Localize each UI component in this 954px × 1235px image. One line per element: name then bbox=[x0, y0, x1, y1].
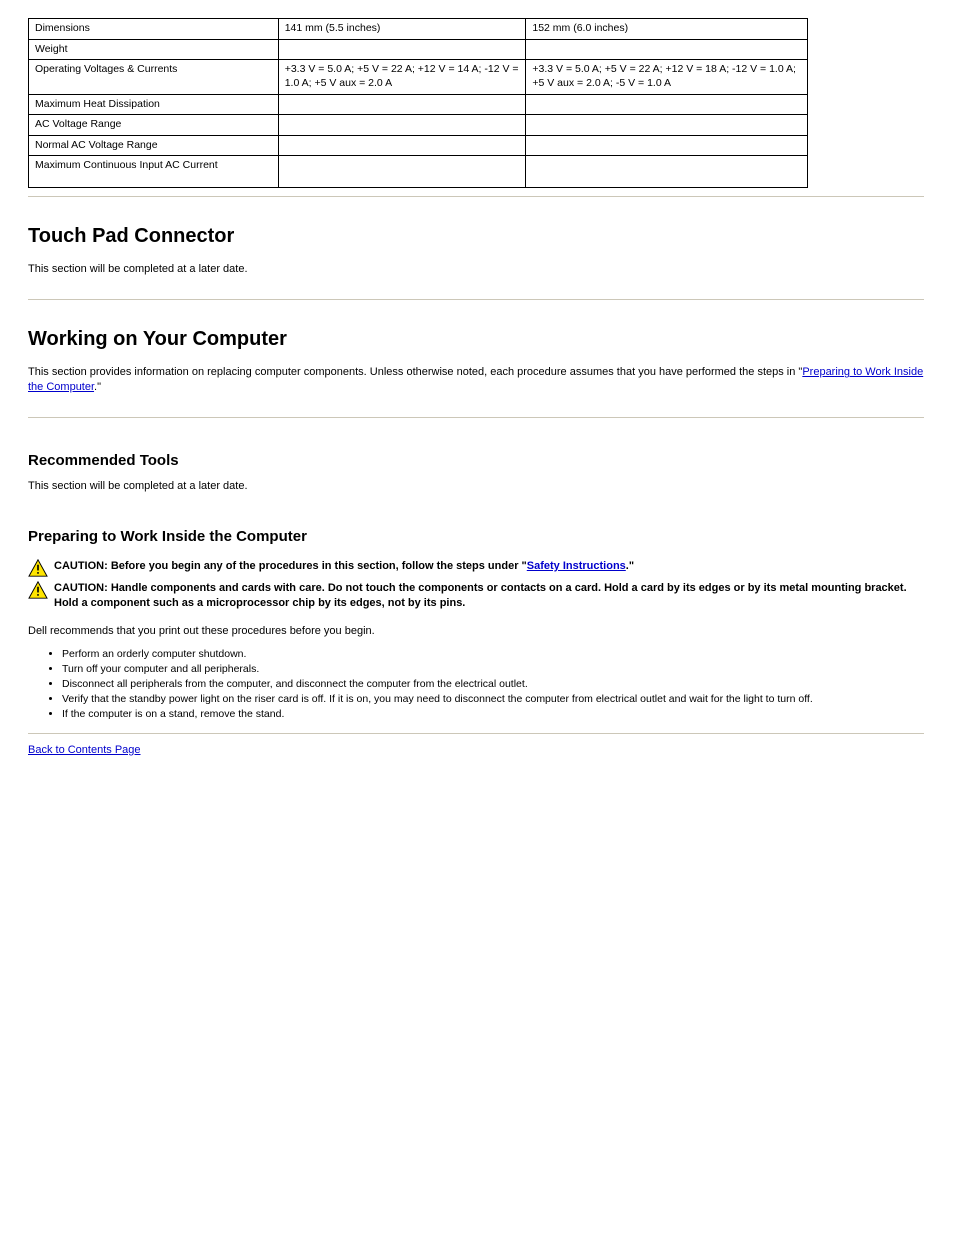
list-item: If the computer is on a stand, remove th… bbox=[62, 707, 924, 722]
specification-table: Dimensions 141 mm (5.5 inches) 152 mm (6… bbox=[28, 18, 808, 188]
list-item: Perform an orderly computer shutdown. bbox=[62, 647, 924, 662]
table-row: Dimensions 141 mm (5.5 inches) 152 mm (6… bbox=[29, 19, 808, 40]
spec-value-b bbox=[526, 94, 808, 115]
working-heading: Working on Your Computer bbox=[28, 328, 924, 351]
tools-text: This section will be completed at a late… bbox=[28, 479, 924, 494]
caution-2: CAUTION: Handle components and cards wit… bbox=[28, 581, 924, 611]
caution-1-text: CAUTION: Before you begin any of the pro… bbox=[54, 559, 634, 574]
spec-value-a bbox=[278, 156, 526, 188]
tools-heading: Recommended Tools bbox=[28, 452, 924, 469]
spec-label: Maximum Heat Dissipation bbox=[29, 94, 279, 115]
caution-2-text: CAUTION: Handle components and cards wit… bbox=[54, 581, 924, 611]
spec-label: Normal AC Voltage Range bbox=[29, 135, 279, 156]
table-row: Weight bbox=[29, 39, 808, 60]
spec-label: Weight bbox=[29, 39, 279, 60]
section-rule bbox=[28, 196, 924, 197]
caution-1-prefix: CAUTION: Before you begin any of the pro… bbox=[54, 560, 527, 572]
working-body: This section provides information on rep… bbox=[28, 365, 924, 395]
spec-value-b bbox=[526, 115, 808, 136]
table-row: AC Voltage Range bbox=[29, 115, 808, 136]
section-rule bbox=[28, 417, 924, 418]
list-item: Disconnect all peripherals from the comp… bbox=[62, 677, 924, 692]
spec-value-a bbox=[278, 135, 526, 156]
warning-icon bbox=[28, 559, 48, 577]
touchpad-text: This section will be completed at a late… bbox=[28, 262, 924, 277]
recommend-text: Dell recommends that you print out these… bbox=[28, 625, 924, 637]
spec-value-a bbox=[278, 115, 526, 136]
back-to-contents-link[interactable]: Back to Contents Page bbox=[28, 744, 141, 756]
spec-value-b: +3.3 V = 5.0 A; +5 V = 22 A; +12 V = 18 … bbox=[526, 60, 808, 94]
caution-1: CAUTION: Before you begin any of the pro… bbox=[28, 559, 924, 577]
table-row: Maximum Continuous Input AC Current bbox=[29, 156, 808, 188]
caution-1-suffix: ." bbox=[626, 560, 634, 572]
tools-body: This section will be completed at a late… bbox=[28, 479, 924, 494]
spec-value-b bbox=[526, 156, 808, 188]
warning-icon bbox=[28, 581, 48, 599]
working-text-after: ." bbox=[94, 381, 101, 393]
section-rule bbox=[28, 299, 924, 300]
table-row: Operating Voltages & Currents +3.3 V = 5… bbox=[29, 60, 808, 94]
working-text: This section provides information on rep… bbox=[28, 366, 802, 378]
spec-value-a bbox=[278, 39, 526, 60]
spec-label: Operating Voltages & Currents bbox=[29, 60, 279, 94]
preparation-steps: Perform an orderly computer shutdown. Tu… bbox=[62, 647, 924, 723]
list-item: Verify that the standby power light on t… bbox=[62, 692, 924, 707]
touchpad-body: This section will be completed at a late… bbox=[28, 262, 924, 277]
spec-value-a: +3.3 V = 5.0 A; +5 V = 22 A; +12 V = 14 … bbox=[278, 60, 526, 94]
list-item: Turn off your computer and all periphera… bbox=[62, 662, 924, 677]
spec-value-b: 152 mm (6.0 inches) bbox=[526, 19, 808, 40]
table-row: Normal AC Voltage Range bbox=[29, 135, 808, 156]
table-row: Maximum Heat Dissipation bbox=[29, 94, 808, 115]
spec-value-a: 141 mm (5.5 inches) bbox=[278, 19, 526, 40]
working-paragraph: This section provides information on rep… bbox=[28, 365, 924, 395]
spec-value-b bbox=[526, 39, 808, 60]
touchpad-heading: Touch Pad Connector bbox=[28, 225, 924, 248]
section-rule bbox=[28, 733, 924, 734]
spec-value-a bbox=[278, 94, 526, 115]
spec-label: Dimensions bbox=[29, 19, 279, 40]
spec-value-b bbox=[526, 135, 808, 156]
preparing-heading: Preparing to Work Inside the Computer bbox=[28, 528, 924, 545]
spec-label: AC Voltage Range bbox=[29, 115, 279, 136]
spec-label: Maximum Continuous Input AC Current bbox=[29, 156, 279, 188]
safety-instructions-link[interactable]: Safety Instructions bbox=[527, 560, 626, 572]
